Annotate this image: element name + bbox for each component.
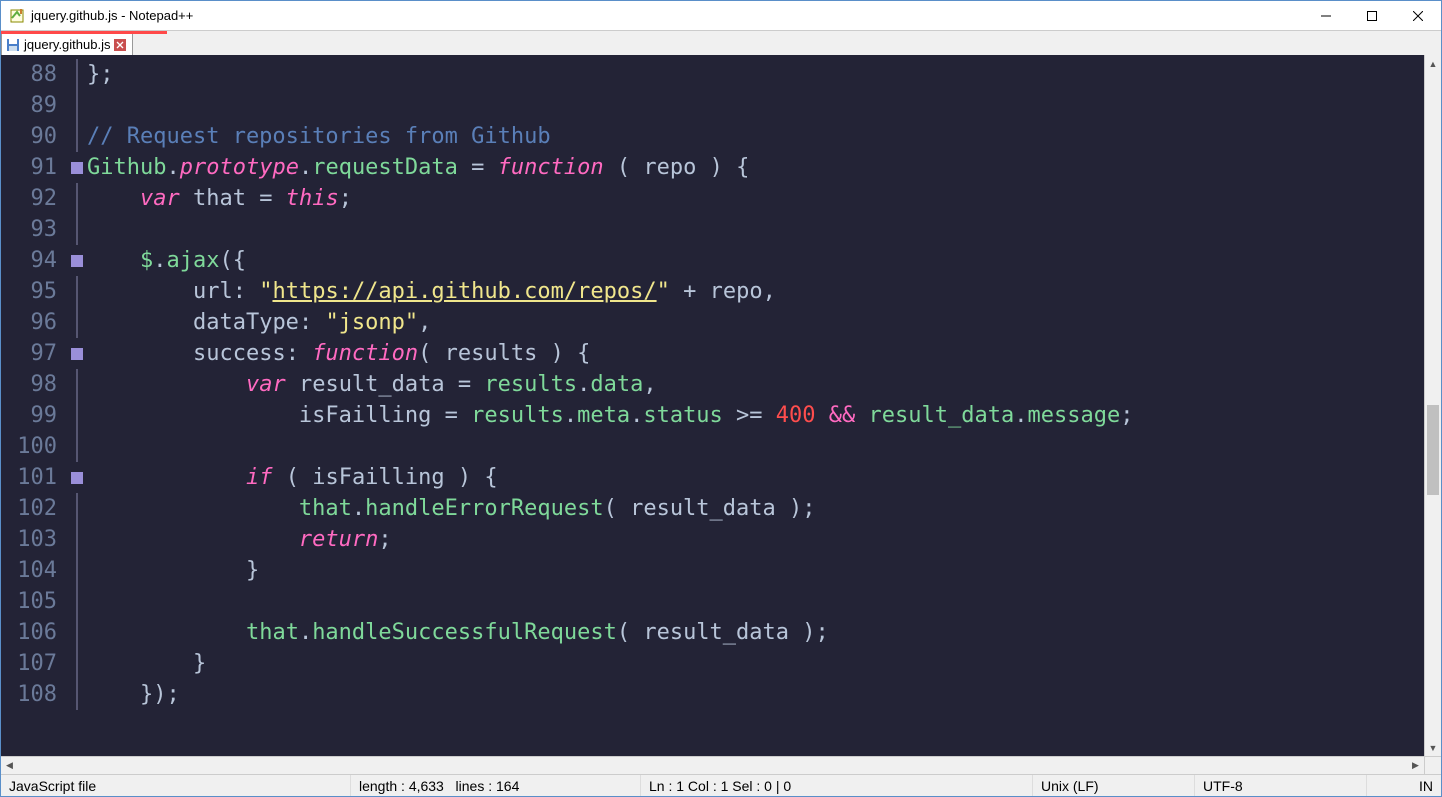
- line-number: 99: [1, 400, 57, 431]
- maximize-button[interactable]: [1349, 1, 1395, 30]
- scroll-right-arrow[interactable]: ▶: [1407, 757, 1424, 774]
- scroll-up-arrow[interactable]: ▲: [1425, 55, 1441, 72]
- line-number: 94: [1, 245, 57, 276]
- scroll-corner: [1424, 757, 1441, 774]
- fold-guide: [67, 493, 87, 524]
- fold-guide: [67, 214, 87, 245]
- fold-guide: [67, 307, 87, 338]
- code-line[interactable]: url: "https://api.github.com/repos/" + r…: [87, 276, 1424, 307]
- line-number: 100: [1, 431, 57, 462]
- fold-marker-icon[interactable]: [67, 152, 87, 183]
- code-line[interactable]: isFailling = results.meta.status >= 400 …: [87, 400, 1424, 431]
- scroll-down-arrow[interactable]: ▼: [1425, 739, 1441, 756]
- code-line[interactable]: [87, 586, 1424, 617]
- status-encoding: UTF-8: [1195, 775, 1367, 796]
- line-number: 103: [1, 524, 57, 555]
- minimize-button[interactable]: [1303, 1, 1349, 30]
- fold-guide: [67, 617, 87, 648]
- horizontal-scrollbar[interactable]: ◀ ▶: [1, 756, 1441, 774]
- status-length: length : 4,633: [359, 778, 444, 794]
- line-number: 102: [1, 493, 57, 524]
- status-bar: JavaScript file length : 4,633 lines : 1…: [1, 774, 1441, 796]
- code-line[interactable]: dataType: "jsonp",: [87, 307, 1424, 338]
- window-title: jquery.github.js - Notepad++: [31, 8, 1303, 23]
- window-controls: [1303, 1, 1441, 30]
- code-line[interactable]: if ( isFailling ) {: [87, 462, 1424, 493]
- code-line[interactable]: [87, 90, 1424, 121]
- fold-guide: [67, 183, 87, 214]
- code-line[interactable]: }: [87, 555, 1424, 586]
- code-line[interactable]: var that = this;: [87, 183, 1424, 214]
- code-line[interactable]: [87, 431, 1424, 462]
- line-number-gutter: 8889909192939495969798991001011021031041…: [1, 55, 67, 756]
- tab-close-icon[interactable]: [114, 39, 126, 51]
- scroll-left-arrow[interactable]: ◀: [1, 757, 18, 774]
- fold-guide: [67, 90, 87, 121]
- fold-marker-icon[interactable]: [67, 245, 87, 276]
- line-number: 104: [1, 555, 57, 586]
- fold-guide: [67, 431, 87, 462]
- status-position: Ln : 1 Col : 1 Sel : 0 | 0: [641, 775, 1033, 796]
- line-number: 101: [1, 462, 57, 493]
- fold-marker-icon[interactable]: [67, 338, 87, 369]
- fold-guide: [67, 648, 87, 679]
- close-button[interactable]: [1395, 1, 1441, 30]
- status-filetype: JavaScript file: [1, 775, 351, 796]
- fold-guide: [67, 524, 87, 555]
- file-tab[interactable]: jquery.github.js: [1, 33, 133, 55]
- fold-guide: [67, 121, 87, 152]
- code-line[interactable]: return;: [87, 524, 1424, 555]
- tab-filename: jquery.github.js: [24, 37, 110, 52]
- code-line[interactable]: that.handleErrorRequest( result_data );: [87, 493, 1424, 524]
- line-number: 91: [1, 152, 57, 183]
- vertical-scroll-thumb[interactable]: [1427, 405, 1439, 495]
- line-number: 106: [1, 617, 57, 648]
- code-line[interactable]: that.handleSuccessfulRequest( result_dat…: [87, 617, 1424, 648]
- code-line[interactable]: success: function( results ) {: [87, 338, 1424, 369]
- code-line[interactable]: $.ajax({: [87, 245, 1424, 276]
- code-line[interactable]: };: [87, 59, 1424, 90]
- fold-guide: [67, 679, 87, 710]
- titlebar: jquery.github.js - Notepad++: [1, 1, 1441, 31]
- code-line[interactable]: [87, 214, 1424, 245]
- code-line[interactable]: }: [87, 648, 1424, 679]
- fold-guide: [67, 400, 87, 431]
- fold-guide: [67, 59, 87, 90]
- fold-guide: [67, 369, 87, 400]
- fold-marker-icon[interactable]: [67, 462, 87, 493]
- code-line[interactable]: // Request repositories from Github: [87, 121, 1424, 152]
- fold-column[interactable]: [67, 55, 87, 756]
- status-mode: IN: [1367, 775, 1441, 796]
- code-line[interactable]: Github.prototype.requestData = function …: [87, 152, 1424, 183]
- save-icon: [6, 38, 20, 52]
- line-number: 95: [1, 276, 57, 307]
- line-number: 105: [1, 586, 57, 617]
- line-number: 98: [1, 369, 57, 400]
- fold-guide: [67, 276, 87, 307]
- fold-guide: [67, 555, 87, 586]
- horizontal-scroll-track[interactable]: [18, 757, 1407, 774]
- line-number: 92: [1, 183, 57, 214]
- line-number: 93: [1, 214, 57, 245]
- code-line[interactable]: });: [87, 679, 1424, 710]
- line-number: 107: [1, 648, 57, 679]
- fold-guide: [67, 586, 87, 617]
- line-number: 88: [1, 59, 57, 90]
- line-number: 89: [1, 90, 57, 121]
- app-icon: [9, 8, 25, 24]
- line-number: 108: [1, 679, 57, 710]
- line-number: 96: [1, 307, 57, 338]
- line-number: 90: [1, 121, 57, 152]
- line-number: 97: [1, 338, 57, 369]
- editor[interactable]: 8889909192939495969798991001011021031041…: [1, 55, 1441, 756]
- vertical-scrollbar[interactable]: ▲ ▼: [1424, 55, 1441, 756]
- tab-bar: jquery.github.js: [1, 31, 1441, 55]
- status-eol: Unix (LF): [1033, 775, 1195, 796]
- status-lines: lines : 164: [456, 778, 520, 794]
- code-line[interactable]: var result_data = results.data,: [87, 369, 1424, 400]
- code-area[interactable]: }; // Request repositories from GithubGit…: [87, 55, 1424, 756]
